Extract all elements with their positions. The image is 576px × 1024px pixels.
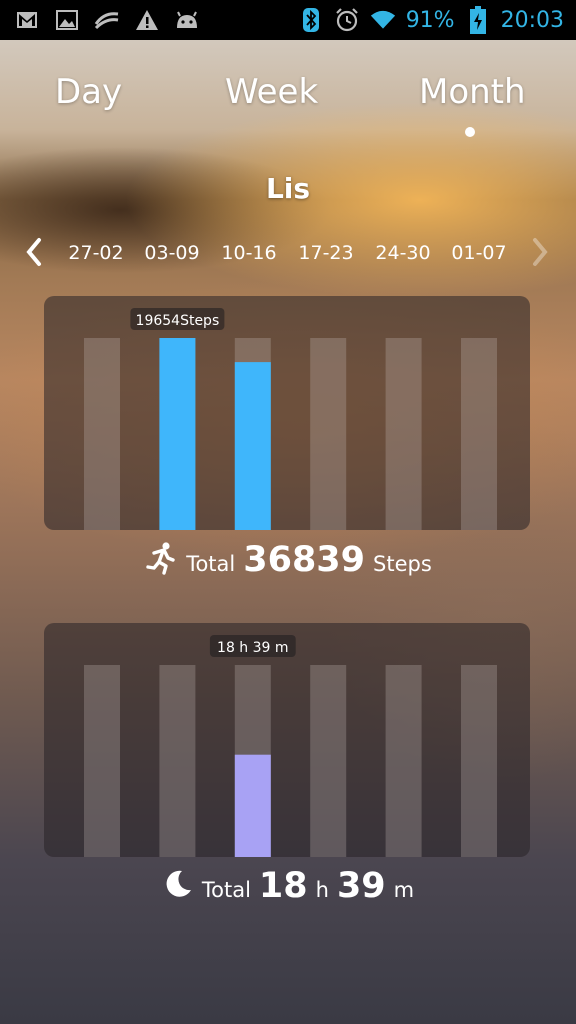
moon-icon [162, 868, 194, 904]
sleep-total-minutes: 39 [336, 866, 386, 906]
notification-icons [0, 8, 200, 32]
steps-bar-track [461, 338, 497, 530]
gallery-icon [54, 8, 80, 32]
system-icons: 91% 20:03 [298, 6, 576, 34]
battery-charging-icon [465, 6, 491, 34]
steps-bar-track [84, 338, 120, 530]
selected-tab-indicator [465, 127, 475, 137]
steps-total-unit: Steps [373, 552, 432, 576]
bluetooth-icon [298, 8, 324, 32]
sleep-bar-track [84, 665, 120, 857]
period-tabs: Day Week Month [0, 72, 576, 132]
sleep-total-prefix: Total [201, 878, 251, 902]
week-label-24-30[interactable]: 24-30 [368, 242, 438, 264]
steps-total: Total 36839 Steps [0, 540, 576, 580]
steps-total-prefix: Total [186, 552, 236, 576]
week-selector: 27-02 03-09 10-16 17-23 24-30 01-07 [0, 233, 576, 273]
steps-total-value: 36839 [243, 540, 366, 580]
steps-chart: 19654Steps [44, 296, 530, 530]
sleep-highlight-label: 18 h 39 m [217, 640, 289, 656]
tab-day[interactable]: Day [55, 72, 122, 112]
user-name: Lis [265, 172, 311, 205]
steps-bar[interactable] [159, 338, 196, 530]
alarm-icon [334, 8, 360, 32]
sleep-total: Total 18 h 39 m [0, 866, 576, 906]
steps-highlight-label: 19654Steps [136, 313, 220, 329]
sleep-total-hours-unit: h [315, 878, 329, 902]
status-bar: 91% 20:03 [0, 0, 576, 40]
steps-chart-svg: 19654Steps [84, 308, 497, 530]
previous-arrow-icon[interactable] [24, 237, 44, 275]
warning-icon [134, 8, 160, 32]
wifi-icon [370, 8, 396, 32]
sleep-bar-track [461, 665, 497, 857]
steps-bar[interactable] [234, 362, 271, 530]
sleep-bar-track [159, 665, 196, 857]
steps-bar-track [385, 338, 422, 530]
week-label-17-23[interactable]: 17-23 [291, 242, 361, 264]
steps-bar-track [310, 338, 347, 530]
sleep-total-hours: 18 [258, 866, 308, 906]
sleep-total-minutes-unit: m [393, 878, 415, 902]
running-icon [144, 541, 178, 579]
week-label-03-09[interactable]: 03-09 [137, 242, 207, 264]
sleep-bar-track [385, 665, 422, 857]
sleep-chart: 18 h 39 m [44, 623, 530, 857]
sleep-bar[interactable] [234, 754, 271, 857]
battery-percent: 91% [405, 7, 455, 33]
gmail-icon [14, 8, 40, 32]
week-label-10-16[interactable]: 10-16 [214, 242, 284, 264]
swiftkey-icon [94, 8, 120, 32]
clock: 20:03 [500, 7, 564, 33]
week-label-01-07[interactable]: 01-07 [444, 242, 514, 264]
sleep-bar-track [310, 665, 347, 857]
sleep-chart-svg: 18 h 39 m [84, 635, 497, 857]
week-label-27-02[interactable]: 27-02 [61, 242, 131, 264]
android-icon [174, 8, 200, 32]
tab-month[interactable]: Month [419, 72, 526, 112]
tab-week[interactable]: Week [225, 72, 318, 112]
next-arrow-icon[interactable] [530, 237, 550, 275]
